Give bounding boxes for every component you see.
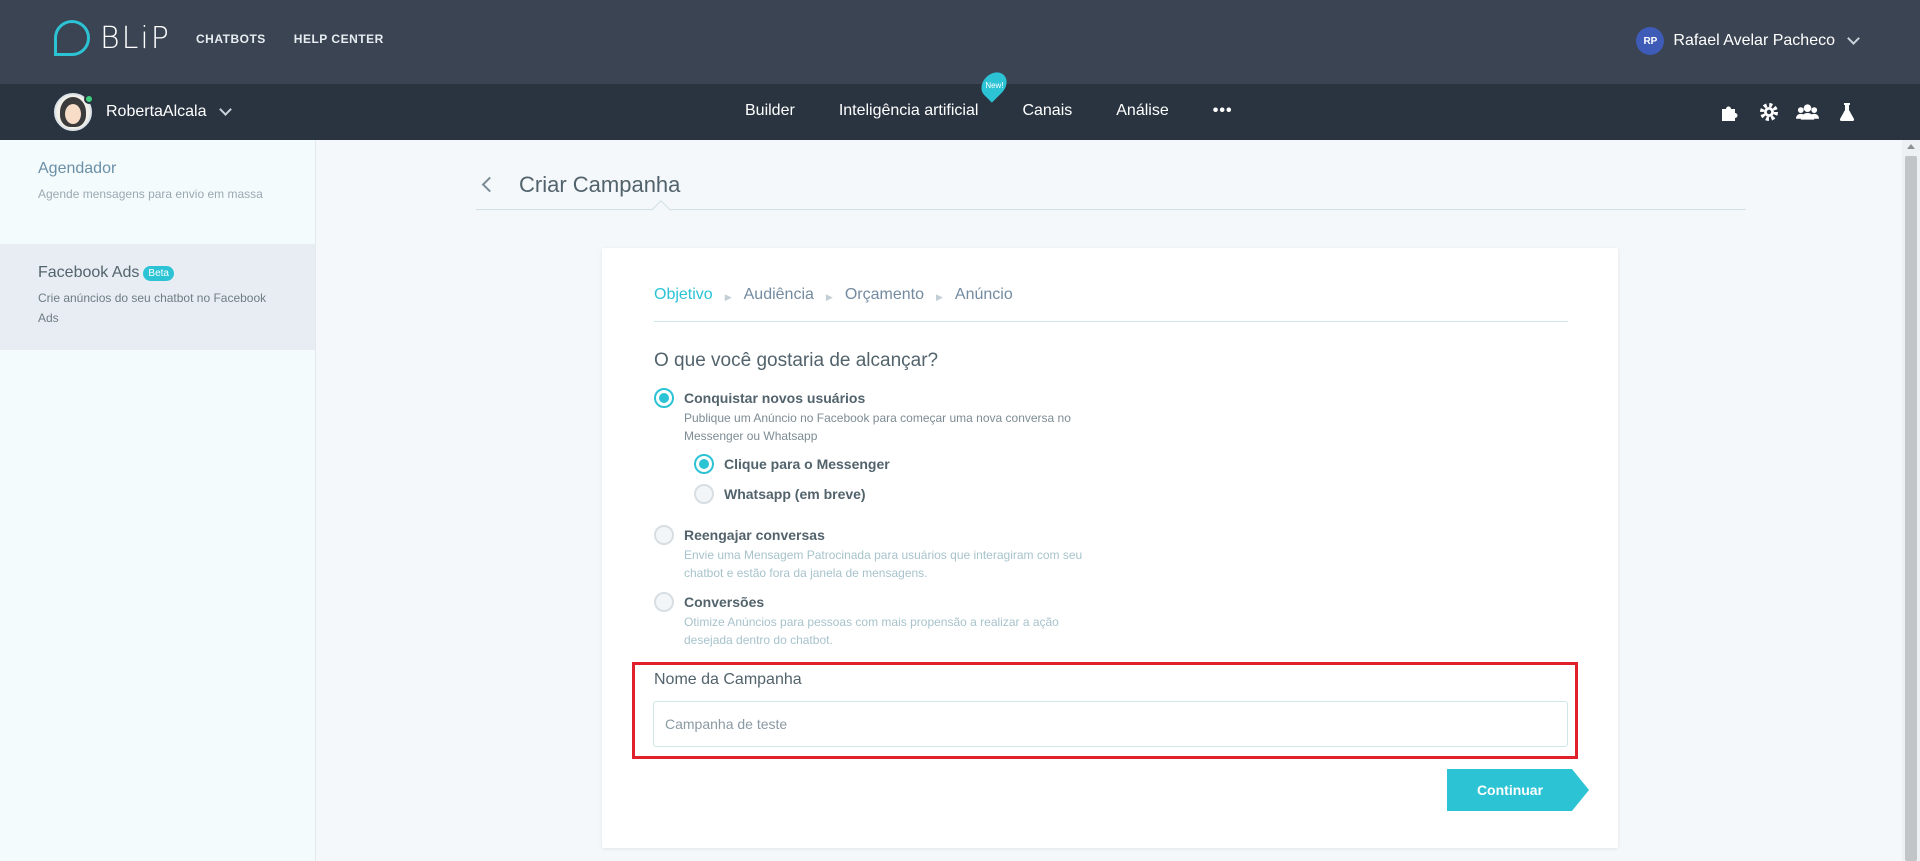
nav-analise[interactable]: Análise bbox=[1116, 102, 1168, 120]
sidebar-item-agendador[interactable]: Agendador Agende mensagens para envio em… bbox=[0, 140, 315, 244]
flask-icon[interactable] bbox=[1835, 100, 1858, 123]
radio-whatsapp[interactable] bbox=[694, 484, 714, 504]
option-whatsapp[interactable]: Whatsapp (em breve) bbox=[694, 484, 866, 504]
radio-conversoes[interactable] bbox=[654, 592, 674, 612]
bot-name: RobertaAlcala bbox=[106, 103, 207, 120]
bot-selector[interactable]: RobertaAlcala bbox=[54, 93, 232, 131]
nav-builder[interactable]: Builder bbox=[745, 102, 795, 120]
main-nav: Builder Inteligência artificial Canais A… bbox=[745, 102, 1233, 120]
logo-bubble-icon bbox=[54, 20, 90, 56]
option-label: Conquistar novos usuários bbox=[684, 390, 866, 406]
option-reengajar[interactable]: Reengajar conversas Envie uma Mensagem P… bbox=[654, 525, 1104, 582]
step-separator-icon: ▶ bbox=[724, 292, 732, 302]
option-label: Clique para o Messenger bbox=[724, 456, 890, 472]
nav-help-center[interactable]: HELP CENTER bbox=[294, 32, 384, 46]
step-objetivo[interactable]: Objetivo bbox=[654, 286, 713, 304]
option-messenger[interactable]: Clique para o Messenger bbox=[694, 454, 890, 474]
radio-reengajar[interactable] bbox=[654, 525, 674, 545]
beta-badge: Beta bbox=[143, 265, 174, 281]
user-menu[interactable]: RP Rafael Avelar Pacheco bbox=[1636, 27, 1860, 55]
puzzle-icon[interactable] bbox=[1718, 100, 1741, 123]
continue-button[interactable]: Continuar bbox=[1447, 769, 1589, 811]
page-header: Criar Campanha bbox=[476, 160, 1746, 210]
step-orcamento[interactable]: Orçamento bbox=[845, 286, 924, 304]
tools-bar bbox=[1718, 100, 1858, 123]
sidebar-item-desc: Agende mensagens para envio em massa bbox=[38, 187, 263, 201]
nav-inteligencia-artificial[interactable]: Inteligência artificial bbox=[839, 102, 979, 120]
radio-novos-usuarios[interactable] bbox=[654, 388, 674, 408]
stepper: Objetivo ▶ Audiência ▶ Orçamento ▶ Anúnc… bbox=[654, 286, 1568, 322]
chevron-down-icon bbox=[1847, 32, 1860, 45]
option-desc: Envie uma Mensagem Patrocinada para usuá… bbox=[684, 548, 1083, 580]
logo-text: BLiP bbox=[100, 20, 171, 56]
option-label: Whatsapp (em breve) bbox=[724, 486, 866, 502]
option-conversoes[interactable]: Conversões Otimize Anúncios para pessoas… bbox=[654, 592, 1104, 649]
step-separator-icon: ▶ bbox=[935, 292, 943, 302]
sidebar-item-title: Facebook Ads Beta bbox=[38, 264, 277, 282]
sidebar-item-title: Agendador bbox=[38, 160, 117, 177]
more-menu-button[interactable]: ••• bbox=[1213, 102, 1233, 120]
chevron-down-icon bbox=[218, 103, 232, 116]
blip-logo[interactable]: BLiP bbox=[54, 20, 171, 56]
campaign-name-label: Nome da Campanha bbox=[654, 671, 802, 688]
nav-chatbots[interactable]: CHATBOTS bbox=[196, 32, 266, 46]
scroll-up-icon[interactable] bbox=[1907, 144, 1915, 149]
user-name: Rafael Avelar Pacheco bbox=[1673, 32, 1835, 49]
objective-question: O que você gostaria de alcançar? bbox=[654, 350, 939, 371]
campaign-name-input[interactable] bbox=[653, 701, 1568, 747]
option-label: Conversões bbox=[684, 594, 765, 610]
sidebar: Agendador Agende mensagens para envio em… bbox=[0, 140, 316, 861]
step-audiencia[interactable]: Audiência bbox=[744, 286, 814, 304]
bot-bar: RobertaAlcala Builder Inteligência artif… bbox=[0, 84, 1920, 140]
nav-canais[interactable]: Canais bbox=[1022, 102, 1072, 120]
gear-icon[interactable] bbox=[1757, 100, 1780, 123]
step-anuncio[interactable]: Anúncio bbox=[955, 286, 1013, 304]
step-separator-icon: ▶ bbox=[825, 292, 833, 302]
radio-messenger[interactable] bbox=[694, 454, 714, 474]
option-desc: Otimize Anúncios para pessoas com mais p… bbox=[684, 615, 1059, 647]
sidebar-item-facebook-ads[interactable]: Facebook Ads Beta Crie anúncios do seu c… bbox=[0, 244, 315, 350]
option-label: Reengajar conversas bbox=[684, 527, 825, 543]
scroll-thumb[interactable] bbox=[1905, 156, 1917, 861]
top-bar: BLiP CHATBOTS HELP CENTER RP Rafael Avel… bbox=[0, 0, 1920, 84]
option-desc: Publique um Anúncio no Facebook para com… bbox=[684, 411, 1071, 443]
option-novos-usuarios[interactable]: Conquistar novos usuários Publique um An… bbox=[654, 388, 1104, 445]
scrollbar[interactable] bbox=[1902, 140, 1920, 861]
page-title: Criar Campanha bbox=[519, 171, 681, 197]
team-icon[interactable] bbox=[1796, 100, 1819, 123]
sidebar-item-desc: Crie anúncios do seu chatbot no Facebook… bbox=[38, 291, 267, 325]
online-status-icon bbox=[84, 94, 94, 104]
back-arrow-icon[interactable] bbox=[481, 176, 498, 193]
top-nav: CHATBOTS HELP CENTER bbox=[196, 32, 384, 46]
user-avatar: RP bbox=[1636, 27, 1665, 55]
